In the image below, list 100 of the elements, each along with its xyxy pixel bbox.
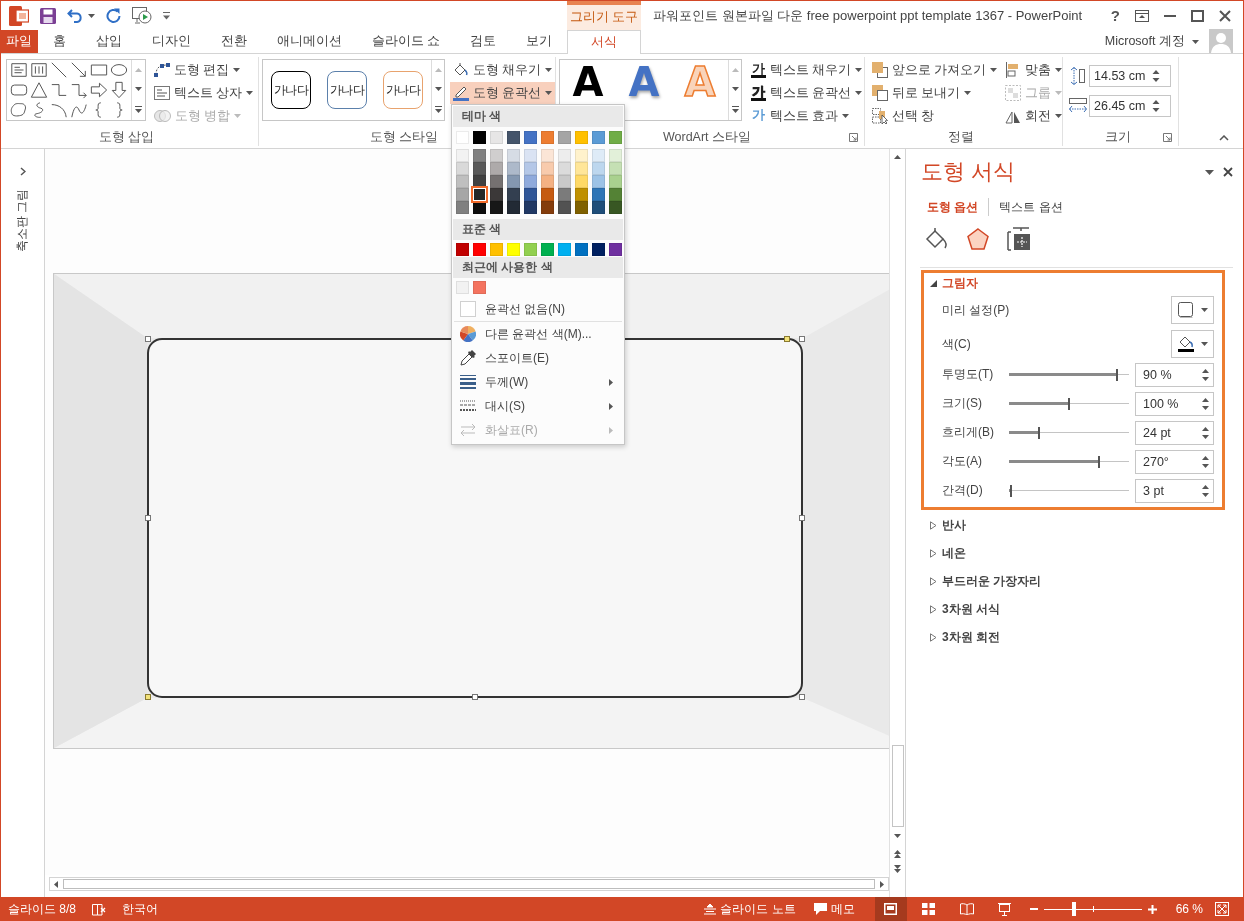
section-header[interactable]: 반사 [930, 515, 966, 535]
zoom-level-button[interactable]: 66 % [1175, 902, 1203, 916]
color-swatch-icon[interactable] [456, 162, 469, 175]
color-swatch-icon[interactable] [456, 149, 469, 162]
color-swatch-icon[interactable] [473, 131, 486, 144]
elbow-connector-icon[interactable] [50, 81, 68, 99]
dialog-launcher-icon[interactable] [1163, 133, 1172, 142]
bring-forward-button[interactable]: 앞으로 가져오기 [869, 59, 997, 81]
ribbon-display-options-icon[interactable] [1135, 9, 1149, 22]
color-swatch-icon[interactable] [541, 201, 554, 214]
rotate-button[interactable]: 회전 [1002, 105, 1065, 127]
color-swatch-icon[interactable] [592, 162, 605, 175]
color-swatch-icon[interactable] [575, 149, 588, 162]
ribbon-tab[interactable]: 서식 [567, 30, 641, 54]
color-swatch-icon[interactable] [507, 131, 520, 144]
color-swatch-icon[interactable] [592, 201, 605, 214]
color-swatch-icon[interactable] [490, 243, 503, 256]
zoom-slider-track[interactable] [1043, 902, 1142, 916]
next-slide-icon[interactable] [894, 865, 901, 873]
section-header[interactable]: 3차원 서식 [930, 599, 1000, 619]
color-swatch-icon[interactable] [473, 162, 486, 175]
line-icon[interactable] [50, 61, 68, 79]
menu-item[interactable]: 다른 윤곽선 색(M)... [452, 322, 624, 346]
align-button[interactable]: 맞춤 [1002, 59, 1065, 81]
text-outline-button[interactable]: 가 텍스트 윤곽선 [748, 82, 866, 104]
minimize-icon[interactable] [1164, 14, 1176, 17]
paint-bucket-icon[interactable] [925, 227, 949, 251]
color-swatch-icon[interactable] [507, 149, 520, 162]
ribbon-tab[interactable]: 슬라이드 쇼 [356, 30, 455, 53]
color-swatch-icon[interactable] [575, 201, 588, 214]
scroll-right-icon[interactable] [880, 880, 884, 888]
color-swatch-icon[interactable] [456, 188, 469, 201]
close-icon[interactable] [1219, 9, 1231, 22]
color-swatch-icon[interactable] [558, 149, 571, 162]
slider-thumb[interactable] [1010, 484, 1013, 497]
file-tab[interactable]: 파일 [1, 30, 38, 53]
shape-fill-button[interactable]: 도형 채우기 [450, 59, 556, 81]
color-swatch-icon[interactable] [541, 149, 554, 162]
color-swatch-icon[interactable] [524, 175, 537, 188]
height-field[interactable]: 14.53 cm [1089, 65, 1171, 87]
section-header[interactable]: 네온 [930, 543, 966, 563]
color-swatch-icon[interactable] [575, 243, 588, 256]
normal-view-button[interactable] [874, 897, 907, 921]
color-swatch-icon[interactable] [507, 175, 520, 188]
shape-outline-button[interactable]: 도형 윤곽선 [450, 82, 556, 104]
comments-button[interactable]: 메모 [813, 900, 855, 918]
shape-style-sample[interactable]: 가나다 [383, 71, 423, 109]
color-swatch-icon[interactable] [490, 149, 503, 162]
color-swatch-icon[interactable] [575, 175, 588, 188]
color-swatch-icon[interactable] [490, 188, 503, 201]
color-swatch-icon[interactable] [558, 188, 571, 201]
more-icon[interactable] [434, 105, 442, 113]
caret-icon[interactable] [88, 13, 95, 18]
collapse-ribbon-icon[interactable] [1219, 135, 1229, 141]
resize-handle[interactable] [799, 694, 805, 700]
horizontal-scrollbar[interactable] [49, 877, 889, 891]
zoom-in-icon[interactable] [1147, 904, 1157, 914]
shadow-preset-button[interactable] [1171, 296, 1214, 324]
scroll-down-icon[interactable] [894, 834, 901, 838]
selection-pane-button[interactable]: 선택 창 [869, 105, 997, 127]
ribbon-tab[interactable]: 삽입 [80, 30, 137, 53]
value-field[interactable]: 3 pt [1135, 478, 1214, 503]
color-swatch-icon[interactable] [541, 243, 554, 256]
color-swatch-icon[interactable] [558, 175, 571, 188]
color-swatch-icon[interactable] [473, 281, 486, 294]
color-swatch-icon[interactable] [592, 243, 605, 256]
scroll-down-icon[interactable] [434, 86, 442, 91]
color-swatch-icon[interactable] [558, 162, 571, 175]
ribbon-tab[interactable]: 검토 [455, 30, 511, 53]
color-swatch-icon[interactable] [575, 188, 588, 201]
spinner-icon[interactable] [1202, 454, 1209, 469]
value-field[interactable]: 100 % [1135, 391, 1214, 416]
text-fill-button[interactable]: 가 텍스트 채우기 [748, 59, 866, 81]
color-swatch-icon[interactable] [507, 188, 520, 201]
fit-to-window-icon[interactable] [1215, 902, 1229, 916]
color-swatch-icon[interactable] [609, 162, 622, 175]
menu-item[interactable]: 스포이트(E) [452, 346, 624, 370]
value-field[interactable]: 270° [1135, 449, 1214, 474]
color-swatch-icon[interactable] [524, 149, 537, 162]
down-arrow-icon[interactable] [110, 81, 128, 99]
text-effects-button[interactable]: 가 텍스트 효과 [748, 105, 866, 127]
text-box-icon[interactable] [10, 61, 28, 79]
color-swatch-icon[interactable] [490, 162, 503, 175]
color-swatch-icon[interactable] [558, 201, 571, 214]
scroll-down-icon[interactable] [135, 86, 142, 91]
shape-style-sample[interactable]: 가나다 [271, 71, 311, 109]
color-swatch-icon[interactable] [490, 175, 503, 188]
color-swatch-icon[interactable] [507, 162, 520, 175]
vertical-text-box-icon[interactable] [30, 61, 48, 79]
value-field[interactable]: 90 % [1135, 362, 1214, 387]
proofing-icon[interactable] [92, 902, 106, 916]
pane-tab[interactable]: 텍스트 옵션 [997, 198, 1065, 216]
color-swatch-icon[interactable] [541, 175, 554, 188]
color-swatch-icon[interactable] [524, 188, 537, 201]
customize-toolbar-icon[interactable] [163, 11, 170, 20]
scroll-down-icon[interactable] [731, 86, 739, 91]
text-box-button[interactable]: 텍스트 상자 [151, 82, 257, 104]
color-swatch-icon[interactable] [609, 149, 622, 162]
slider-track[interactable] [1009, 368, 1129, 381]
section-header[interactable]: 그림자 [930, 273, 978, 293]
